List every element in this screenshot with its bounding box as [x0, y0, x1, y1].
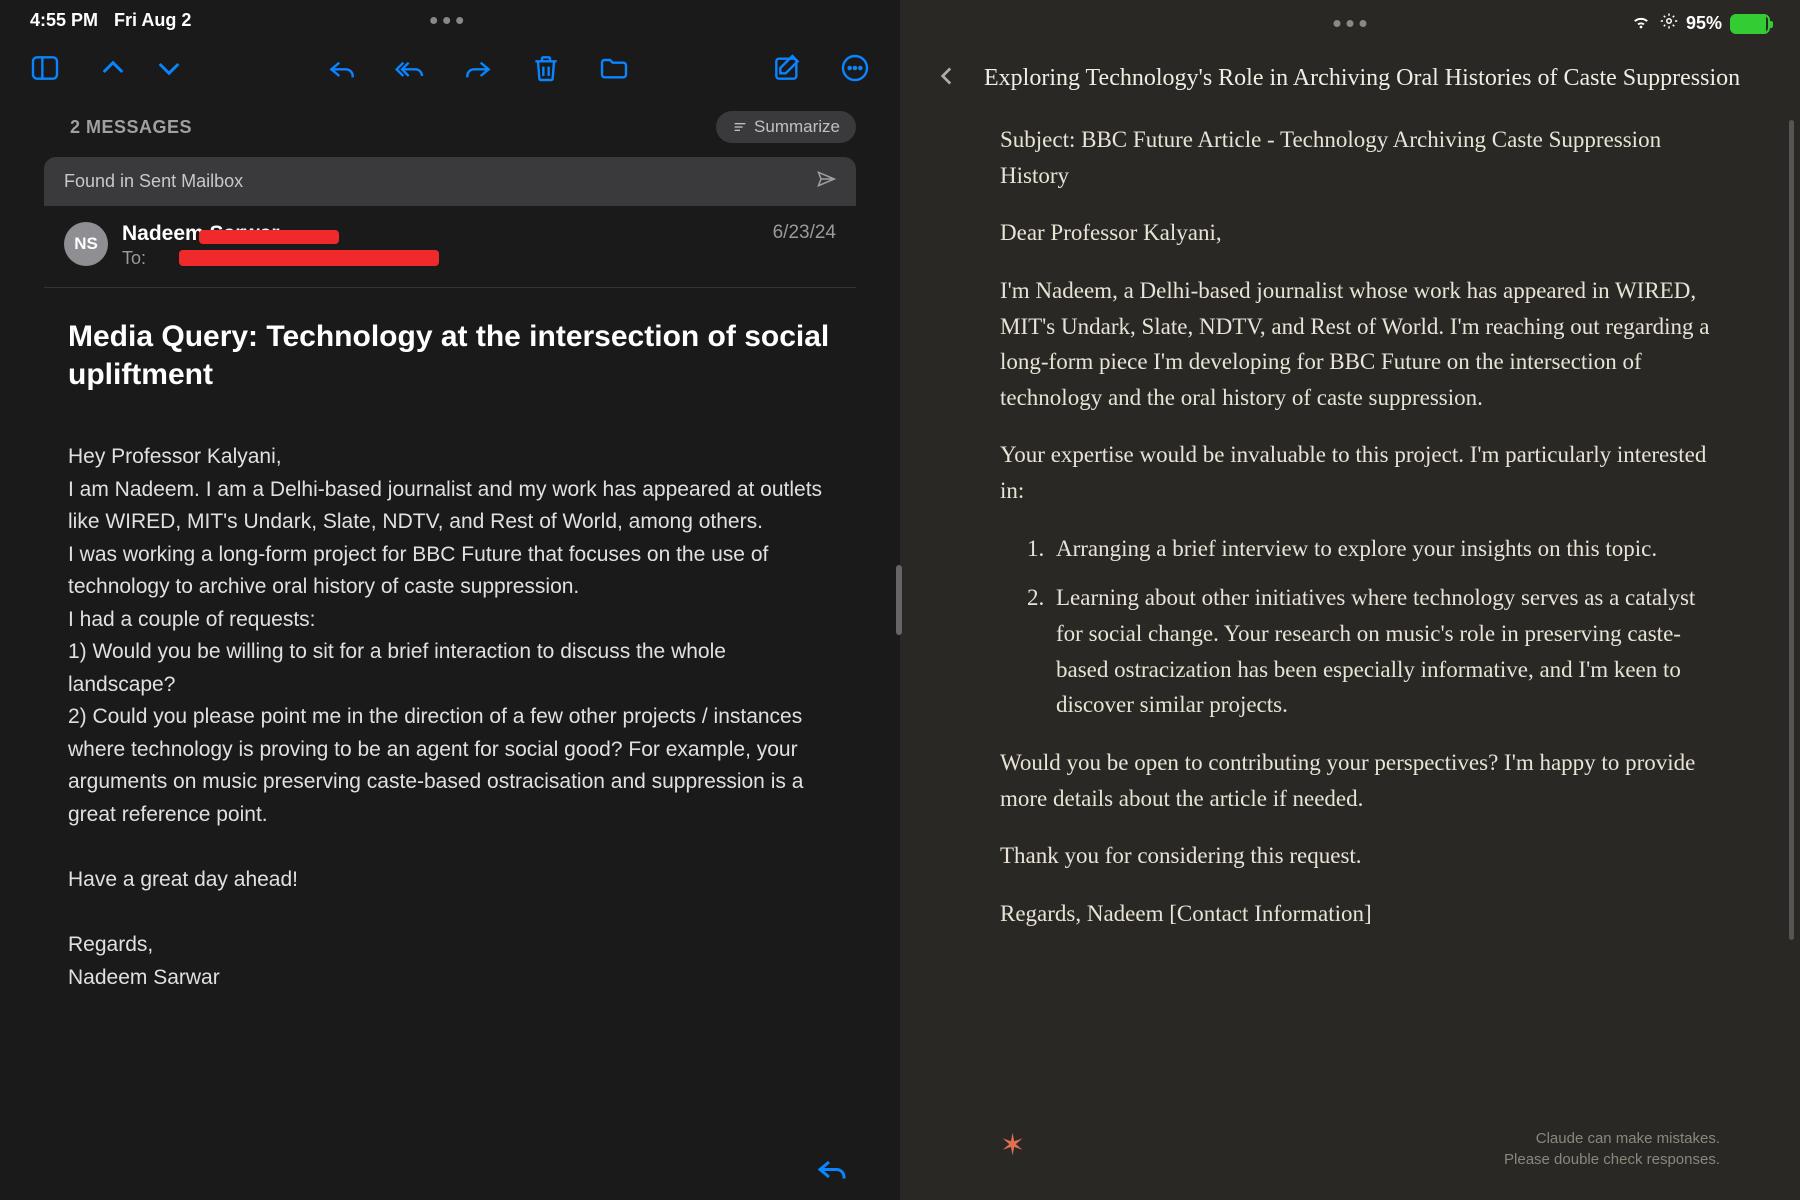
message-count: 2 MESSAGES [70, 117, 192, 138]
next-message-icon[interactable] [152, 51, 186, 85]
reply-float-icon[interactable] [814, 1150, 850, 1186]
message-count-row: 2 MESSAGES Summarize [0, 99, 900, 157]
more-icon[interactable] [838, 51, 872, 85]
move-folder-icon[interactable] [597, 51, 631, 85]
found-banner[interactable]: Found in Sent Mailbox [44, 157, 856, 206]
email-body[interactable]: Media Query: Technology at the intersect… [0, 288, 900, 1200]
reply-all-icon[interactable] [393, 51, 427, 85]
sender-date: 6/23/24 [773, 222, 836, 244]
disclaimer-2: Please double check responses. [1504, 1149, 1720, 1170]
sender-row[interactable]: NS Nadeem Sarwar To: 6/23/24 [44, 206, 856, 288]
assistant-greeting: Dear Professor Kalyani, [1000, 215, 1720, 251]
assistant-star-icon: ✶ [1000, 1128, 1025, 1163]
forward-icon[interactable] [461, 51, 495, 85]
reply-icon[interactable] [325, 51, 359, 85]
disclaimer-1: Claude can make mistakes. [1504, 1128, 1720, 1149]
multitask-dots-icon[interactable] [1334, 20, 1367, 27]
status-bar-right: 95% [900, 0, 1800, 43]
assistant-header: Exploring Technology's Role in Archiving… [900, 43, 1800, 110]
mail-pane: 4:55 PM Fri Aug 2 [0, 0, 900, 1200]
multitask-dots-icon[interactable] [430, 17, 463, 24]
sidebar-toggle-icon[interactable] [28, 51, 62, 85]
sender-name: Nadeem Sarwar [122, 222, 759, 246]
back-icon[interactable] [934, 63, 960, 94]
mail-toolbar [0, 37, 900, 99]
summarize-button[interactable]: Summarize [716, 111, 856, 143]
sender-to: To: [122, 248, 759, 269]
found-banner-text: Found in Sent Mailbox [64, 171, 243, 192]
trash-icon[interactable] [529, 51, 563, 85]
split-handle[interactable] [896, 565, 902, 635]
assistant-pane: 95% Exploring Technology's Role in Archi… [900, 0, 1800, 1200]
assistant-content[interactable]: Subject: BBC Future Article - Technology… [900, 110, 1800, 1124]
email-subject: Media Query: Technology at the intersect… [68, 318, 832, 393]
status-bar-left: 4:55 PM Fri Aug 2 [0, 0, 900, 37]
battery-pct: 95% [1686, 13, 1722, 34]
prev-message-icon[interactable] [96, 51, 130, 85]
gear-icon [1660, 12, 1678, 35]
assistant-subject: Subject: BBC Future Article - Technology… [1000, 122, 1720, 193]
assistant-footer: ✶ Claude can make mistakes. Please doubl… [900, 1124, 1800, 1200]
wifi-icon [1630, 10, 1652, 37]
scrollbar[interactable] [1789, 120, 1794, 940]
sent-icon [816, 169, 836, 194]
summarize-icon [732, 119, 748, 135]
compose-icon[interactable] [770, 51, 804, 85]
avatar: NS [64, 222, 108, 266]
summarize-label: Summarize [754, 117, 840, 137]
status-date: Fri Aug 2 [114, 10, 191, 31]
battery-icon [1730, 14, 1770, 34]
assistant-list: Arranging a brief interview to explore y… [1050, 531, 1720, 723]
assistant-title: Exploring Technology's Role in Archiving… [984, 65, 1740, 92]
email-text: Hey Professor Kalyani, I am Nadeem. I am… [68, 441, 832, 994]
status-time: 4:55 PM [30, 10, 98, 31]
